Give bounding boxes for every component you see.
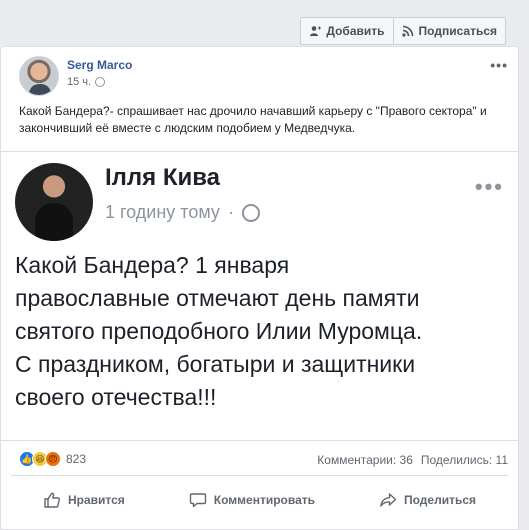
shared-screenshot[interactable]: Ілля Кива 1 годину тому · ••• Какой Банд… — [1, 151, 518, 441]
share-arrow-icon — [380, 493, 397, 507]
rss-icon — [401, 25, 413, 37]
top-bar: Добавить Подписаться — [0, 0, 529, 46]
author-name[interactable]: Serg Marco — [67, 58, 132, 72]
like-button[interactable]: Нравится — [29, 484, 139, 516]
post-header: Serg Marco 15 ч. — [19, 56, 132, 98]
shared-time: 1 годину тому · — [105, 202, 260, 223]
comments-count[interactable]: Комментарии: 36 — [317, 453, 413, 467]
divider — [11, 475, 508, 476]
shared-author-name: Ілля Кива — [105, 164, 221, 191]
shared-author-avatar — [15, 163, 93, 241]
speech-bubble-icon — [189, 493, 206, 508]
post-action-bar: Нравится Комментировать Поделиться — [11, 479, 508, 521]
reaction-summary[interactable]: 👍 😆 😠 823 — [19, 451, 86, 467]
shared-text-line: своего отечества!!! — [15, 384, 217, 410]
share-label: Поделиться — [403, 493, 477, 507]
shared-text: Какой Бандера? 1 января православные отм… — [15, 249, 510, 414]
profile-action-buttons: Добавить Подписаться — [300, 17, 506, 45]
shared-text-line: святого преподобного Илии Муромца. — [15, 318, 423, 344]
post-stats: Комментарии: 36 Поделились: 11 — [317, 453, 508, 467]
shared-options-icon: ••• — [474, 174, 504, 199]
shared-text-line: православные отмечают день памяти — [15, 285, 420, 311]
thumbs-up-icon — [44, 492, 60, 508]
post-options-icon[interactable]: ••• — [490, 57, 508, 73]
add-friend-label: Добавить — [326, 24, 385, 38]
shared-globe-icon — [241, 203, 260, 222]
angry-reaction-icon: 😠 — [45, 451, 61, 467]
shared-text-line: С праздником, богатыри и защитники — [15, 351, 416, 377]
post-time[interactable]: 15 ч. — [67, 76, 91, 88]
add-friend-icon — [310, 26, 322, 36]
subscribe-label: Подписаться — [418, 24, 497, 38]
comment-button[interactable]: Комментировать — [175, 484, 329, 516]
like-label: Нравится — [67, 493, 125, 507]
post-card: Serg Marco 15 ч. ••• Какой Бандера?- спр… — [0, 46, 519, 530]
post-meta: 15 ч. — [67, 76, 132, 88]
subscribe-button[interactable]: Подписаться — [393, 17, 506, 45]
shared-text-line: Какой Бандера? 1 января — [15, 252, 290, 278]
shared-time-label: 1 годину тому — [105, 202, 220, 222]
author-avatar[interactable] — [19, 56, 59, 96]
shares-count[interactable]: Поделились: 11 — [421, 453, 508, 467]
comment-label: Комментировать — [213, 493, 316, 507]
post-text: Какой Бандера?- спрашивает нас дрочило н… — [19, 104, 487, 135]
post-header-text: Serg Marco 15 ч. — [67, 56, 132, 98]
reaction-count: 823 — [66, 452, 87, 466]
add-friend-button[interactable]: Добавить — [300, 17, 394, 45]
share-button[interactable]: Поделиться — [365, 484, 490, 516]
globe-icon — [95, 77, 106, 87]
